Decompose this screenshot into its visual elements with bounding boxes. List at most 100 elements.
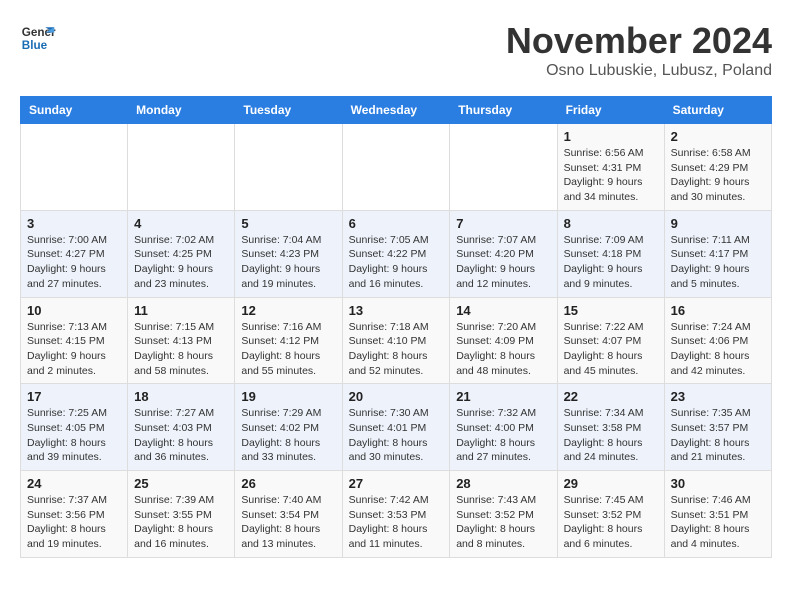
day-number: 15 [564,303,658,318]
day-info: Sunrise: 7:15 AM Sunset: 4:13 PM Dayligh… [134,320,228,379]
day-number: 5 [241,216,335,231]
day-info: Sunrise: 7:02 AM Sunset: 4:25 PM Dayligh… [134,233,228,292]
calendar-cell: 10Sunrise: 7:13 AM Sunset: 4:15 PM Dayli… [21,297,128,384]
calendar-cell: 21 Sunrise: 7:32 AM Sunset: 4:00 PM Dayli… [450,384,557,471]
day-number: 7 [456,216,550,231]
day-info: Sunrise: 7:11 AM Sunset: 4:17 PM Dayligh… [671,233,765,292]
day-number: 26 [241,476,335,491]
day-number: 28 [456,476,550,491]
day-number: 18 [134,389,228,404]
calendar-cell [342,124,450,211]
calendar-cell [235,124,342,211]
day-info: Sunrise: 7:05 AM Sunset: 4:22 PM Dayligh… [349,233,444,292]
title-area: November 2024 Osno Lubuskie, Lubusz, Pol… [506,20,772,80]
calendar-cell: 22 Sunrise: 7:34 AM Sunset: 3:58 PM Dayli… [557,384,664,471]
day-number: 19 [241,389,335,404]
calendar-cell: 17 Sunrise: 7:25 AM Sunset: 4:05 PM Dayli… [21,384,128,471]
logo-icon: General Blue [20,20,56,56]
day-info: Sunrise: 7:00 AM Sunset: 4:27 PM Dayligh… [27,233,121,292]
calendar-cell [21,124,128,211]
calendar-cell: 12 Sunrise: 7:16 AM Sunset: 4:12 PM Dayli… [235,297,342,384]
week-row-5: 24Sunrise: 7:37 AM Sunset: 3:56 PM Dayli… [21,471,772,558]
calendar-cell: 11 Sunrise: 7:15 AM Sunset: 4:13 PM Dayli… [128,297,235,384]
calendar: SundayMondayTuesdayWednesdayThursdayFrid… [20,96,772,558]
day-info: Sunrise: 7:43 AM Sunset: 3:52 PM Dayligh… [456,493,550,552]
day-info: Sunrise: 7:35 AM Sunset: 3:57 PM Dayligh… [671,406,765,465]
day-info: Sunrise: 7:04 AM Sunset: 4:23 PM Dayligh… [241,233,335,292]
day-number: 14 [456,303,550,318]
calendar-cell: 5 Sunrise: 7:04 AM Sunset: 4:23 PM Daylig… [235,210,342,297]
month-title: November 2024 [506,20,772,62]
calendar-cell: 7Sunrise: 7:07 AM Sunset: 4:20 PM Daylig… [450,210,557,297]
day-info: Sunrise: 7:18 AM Sunset: 4:10 PM Dayligh… [349,320,444,379]
day-info: Sunrise: 7:42 AM Sunset: 3:53 PM Dayligh… [349,493,444,552]
calendar-cell: 4 Sunrise: 7:02 AM Sunset: 4:25 PM Daylig… [128,210,235,297]
day-number: 2 [671,129,765,144]
day-info: Sunrise: 7:13 AM Sunset: 4:15 PM Dayligh… [27,320,121,379]
calendar-cell: 26 Sunrise: 7:40 AM Sunset: 3:54 PM Dayli… [235,471,342,558]
calendar-cell: 20 Sunrise: 7:30 AM Sunset: 4:01 PM Dayli… [342,384,450,471]
header: General Blue November 2024 Osno Lubuskie… [20,20,772,80]
calendar-cell: 29Sunrise: 7:45 AM Sunset: 3:52 PM Dayli… [557,471,664,558]
day-number: 4 [134,216,228,231]
calendar-cell [450,124,557,211]
day-number: 23 [671,389,765,404]
day-info: Sunrise: 7:30 AM Sunset: 4:01 PM Dayligh… [349,406,444,465]
day-number: 3 [27,216,121,231]
week-row-2: 3 Sunrise: 7:00 AM Sunset: 4:27 PM Daylig… [21,210,772,297]
calendar-cell [128,124,235,211]
calendar-cell: 9 Sunrise: 7:11 AM Sunset: 4:17 PM Daylig… [664,210,771,297]
day-info: Sunrise: 6:56 AM Sunset: 4:31 PM Dayligh… [564,146,658,205]
day-info: Sunrise: 7:27 AM Sunset: 4:03 PM Dayligh… [134,406,228,465]
day-info: Sunrise: 7:39 AM Sunset: 3:55 PM Dayligh… [134,493,228,552]
weekday-header-tuesday: Tuesday [235,97,342,124]
day-info: Sunrise: 7:46 AM Sunset: 3:51 PM Dayligh… [671,493,765,552]
calendar-cell: 14 Sunrise: 7:20 AM Sunset: 4:09 PM Dayli… [450,297,557,384]
day-info: Sunrise: 7:16 AM Sunset: 4:12 PM Dayligh… [241,320,335,379]
day-number: 25 [134,476,228,491]
day-number: 17 [27,389,121,404]
day-info: Sunrise: 7:32 AM Sunset: 4:00 PM Dayligh… [456,406,550,465]
day-info: Sunrise: 7:09 AM Sunset: 4:18 PM Dayligh… [564,233,658,292]
day-number: 27 [349,476,444,491]
calendar-cell: 2 Sunrise: 6:58 AM Sunset: 4:29 PM Daylig… [664,124,771,211]
calendar-cell: 16Sunrise: 7:24 AM Sunset: 4:06 PM Dayli… [664,297,771,384]
day-number: 1 [564,129,658,144]
day-number: 11 [134,303,228,318]
calendar-cell: 3 Sunrise: 7:00 AM Sunset: 4:27 PM Daylig… [21,210,128,297]
day-number: 12 [241,303,335,318]
day-number: 24 [27,476,121,491]
weekday-header-thursday: Thursday [450,97,557,124]
day-number: 20 [349,389,444,404]
day-info: Sunrise: 7:20 AM Sunset: 4:09 PM Dayligh… [456,320,550,379]
day-info: Sunrise: 7:25 AM Sunset: 4:05 PM Dayligh… [27,406,121,465]
svg-text:Blue: Blue [22,39,48,52]
calendar-body: 1 Sunrise: 6:56 AM Sunset: 4:31 PM Daylig… [21,124,772,558]
week-row-3: 10Sunrise: 7:13 AM Sunset: 4:15 PM Dayli… [21,297,772,384]
calendar-cell: 6Sunrise: 7:05 AM Sunset: 4:22 PM Daylig… [342,210,450,297]
calendar-cell: 15 Sunrise: 7:22 AM Sunset: 4:07 PM Dayli… [557,297,664,384]
day-number: 22 [564,389,658,404]
day-number: 30 [671,476,765,491]
calendar-cell: 28 Sunrise: 7:43 AM Sunset: 3:52 PM Dayli… [450,471,557,558]
day-number: 9 [671,216,765,231]
calendar-cell: 27 Sunrise: 7:42 AM Sunset: 3:53 PM Dayli… [342,471,450,558]
day-number: 21 [456,389,550,404]
day-info: Sunrise: 7:29 AM Sunset: 4:02 PM Dayligh… [241,406,335,465]
day-info: Sunrise: 7:40 AM Sunset: 3:54 PM Dayligh… [241,493,335,552]
day-info: Sunrise: 7:34 AM Sunset: 3:58 PM Dayligh… [564,406,658,465]
calendar-cell: 25 Sunrise: 7:39 AM Sunset: 3:55 PM Dayli… [128,471,235,558]
day-info: Sunrise: 6:58 AM Sunset: 4:29 PM Dayligh… [671,146,765,205]
calendar-cell: 23 Sunrise: 7:35 AM Sunset: 3:57 PM Dayli… [664,384,771,471]
calendar-cell: 13 Sunrise: 7:18 AM Sunset: 4:10 PM Dayli… [342,297,450,384]
weekday-header-wednesday: Wednesday [342,97,450,124]
week-row-1: 1 Sunrise: 6:56 AM Sunset: 4:31 PM Daylig… [21,124,772,211]
weekday-header-saturday: Saturday [664,97,771,124]
weekday-header-friday: Friday [557,97,664,124]
day-number: 8 [564,216,658,231]
weekday-header-monday: Monday [128,97,235,124]
day-number: 13 [349,303,444,318]
day-info: Sunrise: 7:24 AM Sunset: 4:06 PM Dayligh… [671,320,765,379]
logo: General Blue [20,20,56,56]
day-info: Sunrise: 7:22 AM Sunset: 4:07 PM Dayligh… [564,320,658,379]
